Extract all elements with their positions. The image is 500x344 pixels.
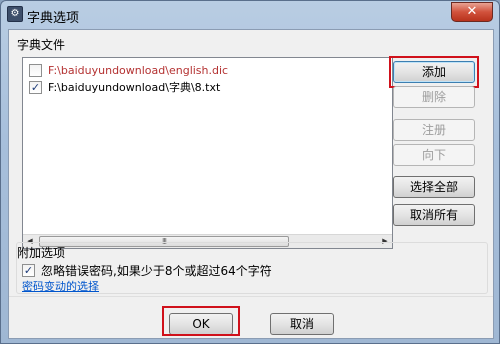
title-bar[interactable]: ⚙ 字典选项 ✕	[1, 1, 499, 29]
register-button[interactable]: 注册	[393, 119, 475, 141]
extra-options-label: 附加选项	[17, 246, 66, 260]
highlight-box	[389, 56, 479, 88]
file-path: F:\baiduyundownload\字典\8.txt	[48, 81, 221, 94]
app-icon: ⚙	[7, 6, 23, 22]
dictionary-file-list[interactable]: F:\baiduyundownload\english.dic ✓ F:\bai…	[22, 57, 393, 249]
ignore-password-label: 忽略错误密码,如果少于8个或超过64个字符	[41, 263, 272, 278]
close-button[interactable]: ✕	[451, 2, 493, 22]
checkbox[interactable]	[29, 63, 42, 77]
dialog-client-area: 字典文件 F:\baiduyundownload\english.dic ✓ F…	[8, 29, 494, 339]
password-change-link[interactable]: 密码变动的选择	[22, 278, 99, 294]
dictionary-options-dialog: ⚙ 字典选项 ✕ 字典文件 F:\baiduyundownload\englis…	[0, 0, 500, 344]
delete-button[interactable]: 删除	[393, 86, 475, 108]
list-item[interactable]: ✓ F:\baiduyundownload\字典\8.txt	[29, 79, 220, 95]
file-path: F:\baiduyundownload\english.dic	[48, 63, 229, 77]
dictionary-files-label: 字典文件	[17, 38, 66, 52]
list-item[interactable]: F:\baiduyundownload\english.dic	[29, 62, 228, 78]
highlight-box	[162, 306, 240, 336]
deselect-all-button[interactable]: 取消所有	[393, 204, 475, 226]
select-all-button[interactable]: 选择全部	[393, 176, 475, 198]
ignore-password-checkbox[interactable]: ✓	[22, 263, 35, 277]
footer-divider	[9, 296, 493, 297]
cancel-button[interactable]: 取消	[270, 313, 334, 335]
move-down-button[interactable]: 向下	[393, 144, 475, 166]
window-title: 字典选项	[27, 11, 80, 26]
ignore-password-option[interactable]: ✓ 忽略错误密码,如果少于8个或超过64个字符	[22, 262, 272, 278]
checkbox-checked[interactable]: ✓	[29, 80, 42, 94]
